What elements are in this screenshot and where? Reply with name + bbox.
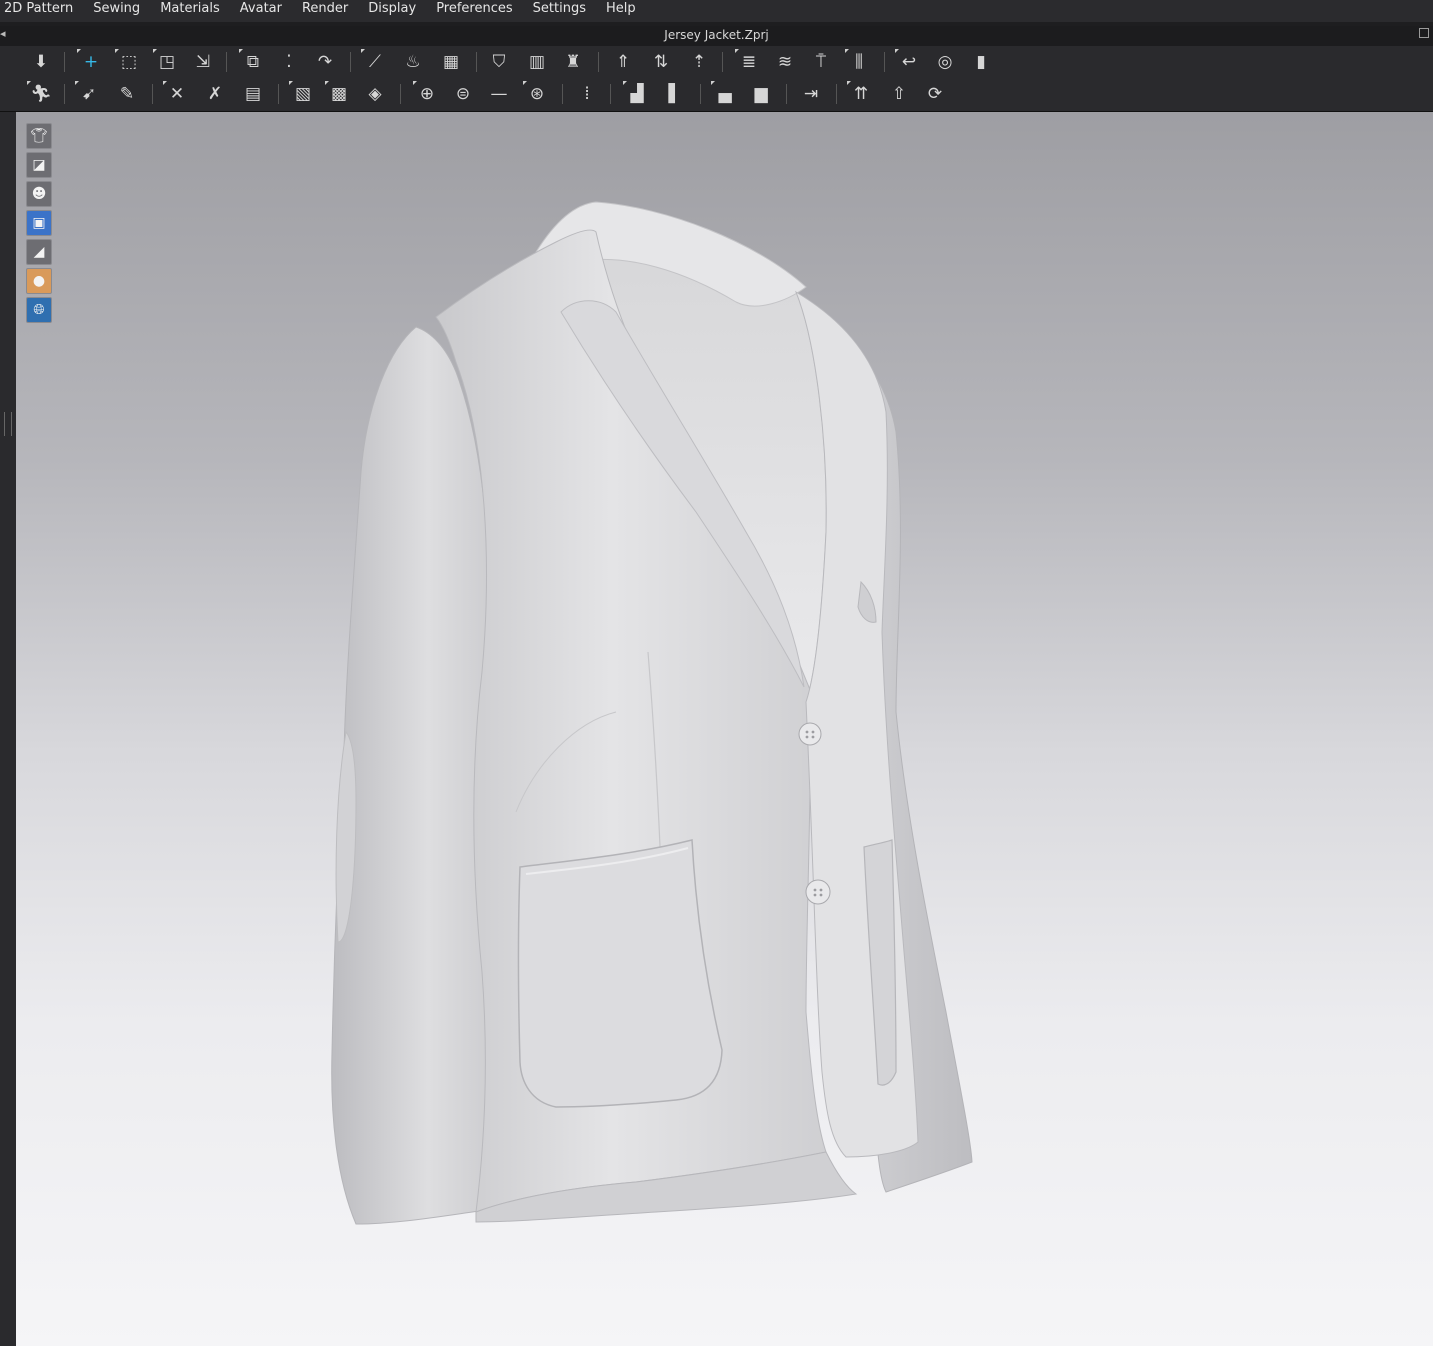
align-icon[interactable]: ⇥ (796, 80, 826, 108)
tack-icon[interactable]: ⧉ (238, 48, 268, 76)
pin-box-icon[interactable]: ⫼ (844, 48, 874, 76)
snap-icon[interactable]: ⊛ (522, 80, 552, 108)
measure-circumference-icon[interactable]: ↩ (894, 48, 924, 76)
strap-icon[interactable]: ✕ (162, 80, 192, 108)
toolbar-divider (610, 84, 611, 104)
topstitch-icon[interactable]: — (484, 80, 514, 108)
fold-down-icon[interactable]: ⇅ (646, 48, 676, 76)
pin-icon[interactable]: ⍑ (806, 48, 836, 76)
float-window-icon[interactable] (1419, 28, 1429, 38)
strap-edit-icon[interactable]: ✗ (200, 80, 230, 108)
menu-bar: 2D Pattern Sewing Materials Avatar Rende… (0, 0, 1433, 22)
jacket-button-bottom (805, 879, 831, 905)
puckering-icon[interactable]: ▤ (238, 80, 268, 108)
jacket-button-top (798, 722, 822, 746)
toolbar-divider (350, 52, 351, 72)
toolbar-divider (836, 84, 837, 104)
toolbar-divider (476, 52, 477, 72)
toolbar-divider (64, 52, 65, 72)
menu-2d-pattern[interactable]: 2D Pattern (0, 0, 83, 22)
toolbar-divider (226, 52, 227, 72)
toolbar-divider (884, 52, 885, 72)
tack-between-icon[interactable]: ↷ (310, 48, 340, 76)
menu-sewing[interactable]: Sewing (83, 0, 150, 22)
select-mesh-brush-icon[interactable]: ◳ (152, 48, 182, 76)
steam-icon[interactable]: ♨ (398, 48, 428, 76)
toolbar-divider (786, 84, 787, 104)
graphic-mesh-icon[interactable]: ◈ (360, 80, 390, 108)
edit-sewing-icon[interactable]: ⟋ (360, 48, 390, 76)
3d-viewport[interactable]: 👕︎ ◪ ☻ ▣ ◢ ● 🌐︎ (16, 112, 1433, 1346)
toolbar-divider (152, 84, 153, 104)
layer-down-icon[interactable]: ≋ (770, 48, 800, 76)
toolbar-divider (400, 84, 401, 104)
toolbar-divider (722, 52, 723, 72)
menu-display[interactable]: Display (358, 0, 426, 22)
piping-edit-icon[interactable]: ⇧ (884, 80, 914, 108)
fabric-mesh-box-icon[interactable]: ▆ (746, 80, 776, 108)
fold-up-icon[interactable]: ⇡ (684, 48, 714, 76)
rotate-icon[interactable]: ⟳ (920, 80, 950, 108)
measure-tape-icon[interactable]: ◎ (930, 48, 960, 76)
piping-icon[interactable]: ⇈ (846, 80, 876, 108)
avatar-pose-icon[interactable]: 🏃︎ (26, 80, 56, 108)
left-patch-pocket (517, 839, 723, 1108)
arrangement-point-icon[interactable]: ▥ (522, 48, 552, 76)
tack-on-avatar-icon[interactable]: ⁚ (274, 48, 304, 76)
fold-arrangement-icon[interactable]: ⇲ (188, 48, 218, 76)
graphic-icon[interactable]: ▩ (324, 80, 354, 108)
menu-avatar[interactable]: Avatar (230, 0, 292, 22)
select-move-icon[interactable]: + (76, 48, 106, 76)
left-dock-strip (0, 112, 16, 1346)
menu-materials[interactable]: Materials (150, 0, 230, 22)
avatar-measure-icon[interactable]: ➹ (74, 80, 104, 108)
dock-resize-handle[interactable] (4, 412, 12, 436)
toolbar-row-1: ⬇ + ⬚ ◳ ⇲ ⧉ ⁚ ↷ ⟋ ♨ ▦ ⛉ ▥ ♜ ⇑ ⇅ ⇡ ≣ ≋ ⍑ … (0, 46, 1433, 78)
buttonhole-icon[interactable]: ⊜ (448, 80, 478, 108)
toolbar-divider (278, 84, 279, 104)
menu-preferences[interactable]: Preferences (426, 0, 522, 22)
window-title-bar: ◂ Jersey Jacket.Zprj (0, 26, 1433, 47)
ruler-icon[interactable]: ▮ (966, 48, 996, 76)
trim-box-icon[interactable]: ▌ (660, 80, 690, 108)
toolbar-divider (598, 52, 599, 72)
select-mesh-box-icon[interactable]: ⬚ (114, 48, 144, 76)
avatar-measure-edit-icon[interactable]: ✎ (112, 80, 142, 108)
button-icon[interactable]: ⊕ (412, 80, 442, 108)
fabric-mesh-icon[interactable]: ▄ (710, 80, 740, 108)
simulation-icon[interactable]: ⬇ (26, 48, 56, 76)
toolbar-divider (562, 84, 563, 104)
toolbar-divider (64, 84, 65, 104)
shrinkage-brush-icon[interactable]: ▦ (436, 48, 466, 76)
dressing-icon[interactable]: ♜ (558, 48, 588, 76)
toolbar-divider (700, 84, 701, 104)
trim-icon[interactable]: ▟ (622, 80, 652, 108)
window-title: Jersey Jacket.Zprj (664, 28, 769, 42)
menu-render[interactable]: Render (292, 0, 358, 22)
toolbar-row-2: 🏃︎ ➹ ✎ ✕ ✗ ▤ ▧ ▩ ◈ ⊕ ⊜ — ⊛ ⦙ ▟ ▌ ▄ ▆ ⇥ ⇈… (0, 78, 1433, 112)
menu-help[interactable]: Help (596, 0, 646, 22)
layer-up-icon[interactable]: ≣ (734, 48, 764, 76)
jacket-3d-model[interactable] (16, 112, 1433, 1346)
avatar-arrange-icon[interactable]: ⛉ (484, 48, 514, 76)
texture-edit-icon[interactable]: ▧ (288, 80, 318, 108)
menu-settings[interactable]: Settings (523, 0, 596, 22)
zipper-icon[interactable]: ⦙ (572, 80, 602, 108)
fold-icon[interactable]: ⇑ (608, 48, 638, 76)
